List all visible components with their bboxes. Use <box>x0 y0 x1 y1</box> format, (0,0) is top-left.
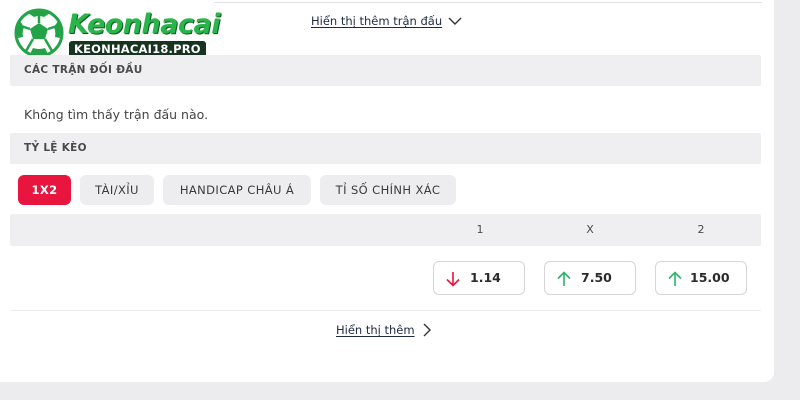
arrow-up-icon <box>668 271 682 286</box>
logo-title: Keonhacai <box>68 9 220 40</box>
odd-value-draw: 7.50 <box>581 270 612 285</box>
head-to-head-header: CÁC TRẬN ĐỐI ĐẦU <box>10 55 761 86</box>
odd-button-home[interactable]: 1.14 <box>433 261 525 295</box>
tab-handicap-chau-a[interactable]: HANDICAP CHÂU Á <box>163 175 311 205</box>
soccer-ball-icon <box>14 8 64 58</box>
odd-value-away: 15.00 <box>690 270 730 285</box>
show-more-matches-label: Hiển thị thêm trận đấu <box>311 14 443 28</box>
tab-1x2[interactable]: 1X2 <box>18 175 71 205</box>
odds-divider <box>10 310 761 311</box>
arrow-down-icon <box>446 272 460 287</box>
column-label-2: 2 <box>697 223 705 236</box>
arrow-up-icon <box>557 271 571 286</box>
show-more-label: Hiển thị thêm <box>336 323 415 337</box>
match-details-card: Keonhacai KEONHACAI18.PRO Hiển thị thêm … <box>0 0 774 382</box>
odds-column-header: 1 X 2 <box>10 214 761 246</box>
odd-button-draw[interactable]: 7.50 <box>544 261 636 295</box>
top-divider <box>214 2 762 3</box>
no-matches-message: Không tìm thấy trận đấu nào. <box>24 107 209 122</box>
chevron-down-icon <box>448 17 462 25</box>
tab-ti-so-chinh-xac[interactable]: TỈ SỐ CHÍNH XÁC <box>320 175 456 205</box>
column-label-x: X <box>586 223 594 236</box>
odds-header: TỶ LỆ KÈO <box>10 133 761 164</box>
odd-value-home: 1.14 <box>470 270 501 285</box>
odd-button-away[interactable]: 15.00 <box>655 261 747 295</box>
column-label-1: 1 <box>476 223 484 236</box>
site-logo[interactable]: Keonhacai KEONHACAI18.PRO <box>14 8 220 60</box>
chevron-right-icon <box>423 323 431 337</box>
show-more-matches-link[interactable]: Hiển thị thêm trận đấu <box>311 14 462 28</box>
odds-tabs: 1X2 TÀI/XỈU HANDICAP CHÂU Á TỈ SỐ CHÍNH … <box>18 175 456 205</box>
show-more-link[interactable]: Hiển thị thêm <box>336 323 431 337</box>
tab-tai-xiu[interactable]: TÀI/XỈU <box>80 175 154 205</box>
